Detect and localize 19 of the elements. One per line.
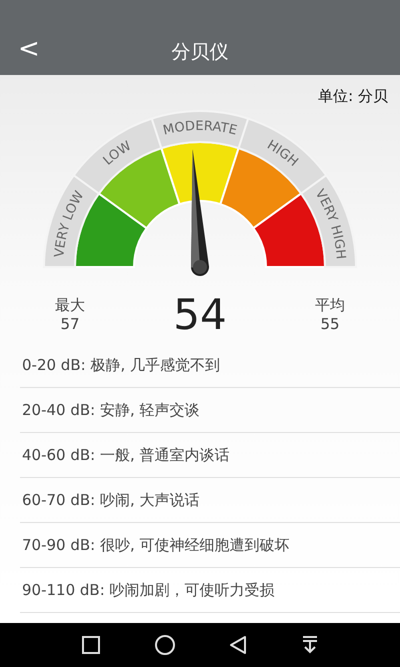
noise-level-text: 40-60 dB: 一般, 普通室内谈话 — [22, 446, 230, 464]
noise-level-text: 90-110 dB: 吵闹加剧，可使听力受损 — [22, 580, 275, 600]
gauge-label: MODERATE — [150, 110, 250, 150]
noise-level-text: 60-70 dB: 吵闹, 大声说话 — [22, 490, 200, 510]
max-value: 57 — [60, 315, 80, 333]
recent-apps-icon[interactable] — [81, 635, 102, 655]
back-button[interactable]: < — [14, 34, 44, 64]
noise-level-text: 20-40 dB: 安静, 轻声交谈 — [22, 400, 200, 420]
home-icon[interactable] — [154, 634, 176, 656]
noise-level-text: 0-20 dB: 极静, 几乎感觉不到 — [22, 356, 220, 374]
average-value: 55 — [320, 315, 340, 333]
average-label: 平均 — [314, 296, 345, 315]
back-icon[interactable] — [228, 635, 248, 655]
screen-title: 分贝仪 — [172, 40, 228, 64]
current-reading: 54 — [173, 290, 227, 339]
unit-label: 单位: 分贝 — [318, 87, 388, 106]
max-label: 最大 — [55, 296, 85, 315]
download-icon[interactable] — [300, 635, 319, 655]
noise-level-text: 70-90 dB: 很吵, 可使神经细胞遭到破坏 — [22, 536, 290, 554]
